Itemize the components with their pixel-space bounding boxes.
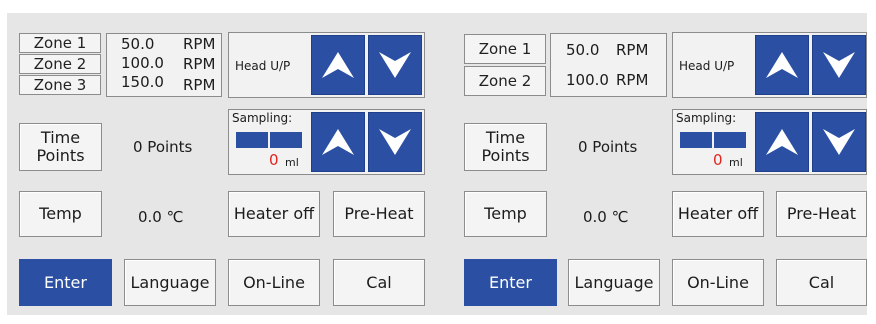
zone-speed-display: 50.0 RPM 100.0 RPM bbox=[550, 33, 667, 97]
on-line-label: On-Line bbox=[243, 272, 305, 292]
sampling-up-button[interactable] bbox=[755, 112, 809, 172]
heater-off-button[interactable]: Heater off bbox=[672, 191, 764, 237]
temp-reading: 0.0 ℃ bbox=[138, 208, 184, 226]
up-arrow-icon bbox=[322, 52, 354, 78]
head-up-button[interactable] bbox=[311, 35, 365, 95]
sampling-down-button[interactable] bbox=[368, 112, 422, 172]
head-down-button[interactable] bbox=[812, 35, 866, 95]
head-panel: Head U/P bbox=[672, 32, 867, 98]
sampling-unit: ml bbox=[729, 156, 743, 169]
points-count: 0 Points bbox=[133, 138, 193, 156]
enter-button[interactable]: Enter bbox=[19, 259, 112, 306]
zone-1-speed: 50.0 bbox=[566, 41, 600, 59]
left-station: Zone 1 Zone 2 Zone 3 50.0 RPM 100.0 RPM … bbox=[7, 13, 437, 315]
sampling-label: Sampling: bbox=[232, 111, 293, 125]
sampling-volume: 0 bbox=[269, 151, 279, 169]
enter-button[interactable]: Enter bbox=[464, 259, 557, 306]
zone-3-speed: 150.0 bbox=[121, 73, 164, 91]
pre-heat-label: Pre-Heat bbox=[786, 204, 857, 223]
on-line-button[interactable]: On-Line bbox=[672, 259, 764, 306]
pre-heat-button[interactable]: Pre-Heat bbox=[333, 191, 425, 237]
zone-selector: Zone 1 Zone 2 bbox=[464, 34, 546, 96]
up-arrow-icon bbox=[766, 52, 798, 78]
language-label: Language bbox=[130, 272, 210, 292]
language-label: Language bbox=[574, 272, 654, 292]
sampling-volume: 0 bbox=[713, 151, 723, 169]
zone-2-button[interactable]: Zone 2 bbox=[19, 54, 101, 74]
cal-button[interactable]: Cal bbox=[776, 259, 867, 306]
temp-button-label: Temp bbox=[39, 204, 82, 223]
down-arrow-icon bbox=[379, 129, 411, 155]
head-down-button[interactable] bbox=[368, 35, 422, 95]
zone-2-speed: 100.0 bbox=[566, 71, 609, 89]
heater-off-button[interactable]: Heater off bbox=[228, 191, 320, 237]
temp-reading: 0.0 ℃ bbox=[583, 208, 629, 226]
pre-heat-button[interactable]: Pre-Heat bbox=[776, 191, 867, 237]
up-arrow-icon bbox=[766, 129, 798, 155]
time-points-button[interactable]: Time Points bbox=[464, 123, 547, 171]
enter-label: Enter bbox=[489, 272, 532, 292]
points-count: 0 Points bbox=[578, 138, 638, 156]
zone-selector: Zone 1 Zone 2 Zone 3 bbox=[19, 33, 101, 97]
cal-button[interactable]: Cal bbox=[333, 259, 425, 306]
temp-button[interactable]: Temp bbox=[464, 191, 547, 237]
zone-2-unit: RPM bbox=[183, 55, 216, 73]
sampling-label: Sampling: bbox=[676, 111, 737, 125]
down-arrow-icon bbox=[823, 129, 855, 155]
temp-button-label: Temp bbox=[484, 204, 527, 223]
zone-2-unit: RPM bbox=[616, 71, 649, 89]
zone-1-unit: RPM bbox=[616, 41, 649, 59]
sampling-down-button[interactable] bbox=[812, 112, 866, 172]
control-screen: Zone 1 Zone 2 Zone 3 50.0 RPM 100.0 RPM … bbox=[7, 13, 867, 315]
sampling-panel: Sampling: 0 ml bbox=[228, 109, 425, 175]
time-points-label: Time Points bbox=[481, 128, 530, 165]
on-line-label: On-Line bbox=[687, 272, 749, 292]
zone-1-button[interactable]: Zone 1 bbox=[464, 34, 546, 64]
language-button[interactable]: Language bbox=[124, 259, 216, 306]
zone-1-unit: RPM bbox=[183, 35, 216, 53]
zone-3-button[interactable]: Zone 3 bbox=[19, 75, 101, 95]
head-up-button[interactable] bbox=[755, 35, 809, 95]
temp-button[interactable]: Temp bbox=[19, 191, 102, 237]
language-button[interactable]: Language bbox=[568, 259, 660, 306]
on-line-button[interactable]: On-Line bbox=[228, 259, 320, 306]
sampling-panel: Sampling: 0 ml bbox=[672, 109, 867, 175]
head-panel: Head U/P bbox=[228, 32, 425, 98]
zone-3-unit: RPM bbox=[183, 76, 216, 94]
zone-2-button[interactable]: Zone 2 bbox=[464, 66, 546, 96]
time-points-label: Time Points bbox=[36, 128, 85, 165]
sampling-up-button[interactable] bbox=[311, 112, 365, 172]
down-arrow-icon bbox=[823, 52, 855, 78]
sampling-bar-2 bbox=[714, 132, 746, 148]
sampling-unit: ml bbox=[285, 156, 299, 169]
cal-label: Cal bbox=[366, 272, 392, 292]
up-arrow-icon bbox=[322, 129, 354, 155]
pre-heat-label: Pre-Heat bbox=[344, 204, 414, 223]
cal-label: Cal bbox=[808, 272, 835, 292]
heater-off-label: Heater off bbox=[233, 204, 315, 223]
down-arrow-icon bbox=[379, 52, 411, 78]
head-label: Head U/P bbox=[235, 59, 291, 73]
zone-1-speed: 50.0 bbox=[121, 35, 155, 53]
zone-1-button[interactable]: Zone 1 bbox=[19, 33, 101, 53]
sampling-bar-1 bbox=[236, 132, 268, 148]
enter-label: Enter bbox=[44, 272, 87, 292]
sampling-bar-2 bbox=[270, 132, 302, 148]
head-label: Head U/P bbox=[679, 59, 735, 73]
heater-off-label: Heater off bbox=[677, 204, 759, 223]
zone-2-speed: 100.0 bbox=[121, 54, 164, 72]
right-station: Zone 1 Zone 2 50.0 RPM 100.0 RPM Head U/… bbox=[452, 13, 867, 315]
time-points-button[interactable]: Time Points bbox=[19, 123, 102, 171]
zone-speed-display: 50.0 RPM 100.0 RPM 150.0 RPM bbox=[106, 33, 222, 97]
sampling-bar-1 bbox=[680, 132, 712, 148]
